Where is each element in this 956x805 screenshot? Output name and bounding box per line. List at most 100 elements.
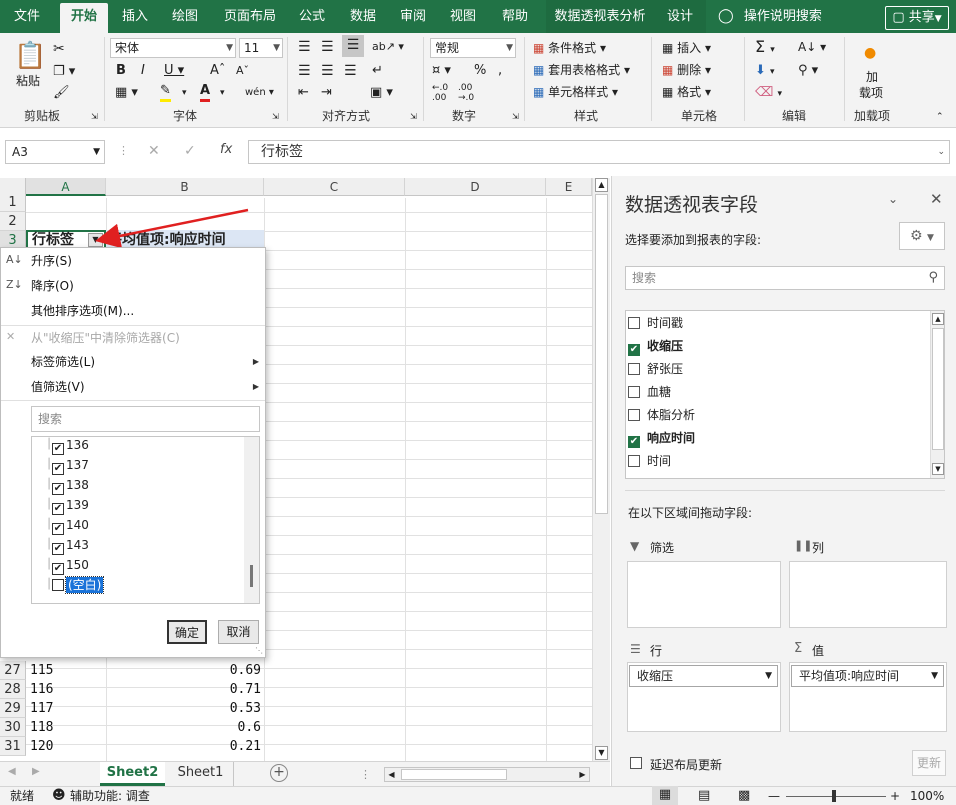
align-bottom-icon[interactable]: ☰ — [342, 35, 364, 57]
align-top-icon[interactable]: ☰ — [298, 37, 311, 57]
share-button[interactable]: ▢ 共享▼ — [885, 6, 949, 30]
fill-icon[interactable]: ⬇ ▾ — [755, 61, 775, 82]
pivot-field-item[interactable]: ✔ 响应时间 — [628, 427, 695, 449]
orientation-icon[interactable]: ab↗ ▾ — [372, 37, 404, 57]
sheet-nav-prev-icon[interactable]: ◀ — [8, 766, 16, 777]
sheet-nav-next-icon[interactable]: ▶ — [32, 766, 40, 777]
pivot-field-item[interactable]: 时间 — [628, 450, 671, 472]
filter-search-input[interactable]: 搜索 — [31, 406, 260, 432]
menu-label-filter[interactable]: 标签筛选(L) ▶ — [31, 352, 259, 372]
list-scrollbar[interactable] — [244, 437, 259, 603]
row-header[interactable]: 31 — [0, 737, 26, 756]
sheet-tab-sheet2[interactable]: Sheet2 — [100, 762, 165, 786]
menu-sort-ascending[interactable]: 升序(S) — [31, 251, 72, 271]
split-handle-icon[interactable]: ⋮ — [360, 768, 371, 781]
row-header[interactable]: 28 — [0, 680, 26, 699]
cell-styles-button[interactable]: ▦ 单元格样式 ▾ — [533, 82, 618, 102]
filter-items-list[interactable]: ✔ 136 │ ✔ 137 │ ✔ 138 │ ✔ 139 │ ✔ 140 │ ✔ 143 │ ✔ 150 │ (空白) │ — [31, 436, 260, 604]
addins-label-2[interactable]: 载项 — [859, 85, 883, 101]
copy-icon[interactable]: ❐ ▾ — [53, 62, 75, 82]
filter-item-checkbox[interactable] — [52, 579, 64, 591]
close-icon[interactable]: ✕ — [930, 190, 943, 208]
decrease-decimal-icon[interactable]: .00 →.0 — [458, 83, 474, 103]
decrease-indent-icon[interactable]: ⇤ — [298, 83, 309, 103]
scroll-thumb[interactable] — [932, 328, 944, 450]
align-middle-icon[interactable]: ☰ — [321, 37, 334, 57]
filter-item[interactable]: ✔ 136 │ — [46, 437, 89, 455]
addins-icon[interactable]: ● — [864, 43, 876, 63]
pivot-field-item[interactable]: ✔ 收缩压 — [628, 335, 683, 357]
filter-item[interactable]: ✔ 140 │ — [46, 515, 89, 535]
collapse-ribbon-icon[interactable]: ⌃ — [936, 107, 944, 127]
row-label-cell[interactable]: 115 — [30, 661, 53, 680]
filter-item-checkbox[interactable]: ✔ — [52, 563, 64, 575]
filter-item[interactable]: (空白) │ — [46, 575, 105, 595]
pivot-field-checkbox[interactable]: ✔ — [628, 344, 640, 356]
pivot-field-checkbox[interactable] — [628, 386, 640, 398]
ok-button[interactable]: 确定 — [167, 620, 207, 644]
align-right-icon[interactable]: ☰ — [344, 61, 357, 81]
scroll-down-icon[interactable]: ▼ — [932, 463, 944, 475]
horizontal-scrollbar[interactable]: ◀ ▶ — [384, 767, 590, 782]
row-label-cell[interactable]: 118 — [30, 718, 53, 737]
tab-data[interactable]: 数据 — [340, 0, 386, 33]
number-format-select[interactable]: 常规 ▼ — [430, 38, 516, 58]
menu-sort-descending[interactable]: 降序(O) — [31, 276, 74, 296]
pivot-field-checkbox[interactable] — [628, 409, 640, 421]
scroll-right-icon[interactable]: ▶ — [576, 768, 589, 781]
tab-view[interactable]: 视图 — [440, 0, 486, 33]
pivot-field-item[interactable]: 体脂分析 — [628, 404, 695, 426]
zoom-level[interactable]: 100% — [910, 787, 944, 805]
tab-review[interactable]: 审阅 — [390, 0, 436, 33]
font-size-select[interactable]: 11 ▼ — [239, 38, 283, 58]
page-layout-view-icon[interactable]: ▤ — [698, 787, 710, 805]
field-list-scrollbar[interactable]: ▲ ▼ — [930, 311, 944, 478]
value-cell[interactable]: 0.71 — [106, 680, 261, 699]
filter-item[interactable]: ✔ 139 │ — [46, 495, 89, 515]
tab-page-layout[interactable]: 页面布局 — [214, 0, 286, 33]
dialog-launcher-icon[interactable]: ⇲ — [91, 107, 98, 127]
filter-item[interactable]: ✔ 138 │ — [46, 475, 89, 495]
insert-cells-button[interactable]: ▦ 插入 ▾ — [662, 38, 711, 58]
tab-formulas[interactable]: 公式 — [290, 0, 334, 33]
conditional-format-button[interactable]: ▦ 条件格式 ▾ — [533, 38, 606, 58]
hscroll-thumb[interactable] — [401, 769, 507, 780]
filter-item-checkbox[interactable]: ✔ — [52, 443, 64, 455]
filters-area[interactable] — [627, 561, 781, 628]
tab-home[interactable]: 开始 — [60, 3, 108, 33]
add-sheet-icon[interactable]: + — [270, 764, 288, 782]
tab-file[interactable]: 文件 — [4, 0, 50, 33]
resize-grip-icon[interactable]: ⋱ — [255, 646, 263, 655]
tab-pivot-analyze[interactable]: 数据透视表分析 — [546, 0, 654, 33]
normal-view-icon[interactable]: ▦ — [652, 786, 678, 805]
find-icon[interactable]: ⚲ ▾ — [798, 61, 818, 81]
row-header[interactable]: 29 — [0, 699, 26, 718]
menu-more-sort[interactable]: 其他排序选项(M)... — [31, 301, 134, 321]
zoom-thumb[interactable] — [832, 790, 836, 802]
name-box[interactable]: A3 ▼ — [5, 140, 105, 164]
scroll-left-icon[interactable]: ◀ — [385, 768, 398, 781]
menu-value-filter[interactable]: 值筛选(V) ▶ — [31, 377, 259, 397]
decrease-font-icon[interactable]: Aˇ — [236, 61, 249, 81]
filter-item-checkbox[interactable]: ✔ — [52, 483, 64, 495]
chevron-down-icon[interactable]: ⌄ — [888, 192, 898, 206]
row-label-cell[interactable]: 116 — [30, 680, 53, 699]
font-name-select[interactable]: 宋体 ▼ — [110, 38, 236, 58]
pivot-field-checkbox[interactable] — [628, 317, 640, 329]
cancel-button[interactable]: 取消 — [218, 620, 259, 644]
pivot-field-item[interactable]: 血糖 — [628, 381, 671, 403]
sheet-tab-sheet1[interactable]: Sheet1 — [168, 762, 234, 786]
gear-icon[interactable]: ⚙ ▼ — [899, 222, 945, 250]
row-header[interactable]: 27 — [0, 661, 26, 680]
increase-decimal-icon[interactable]: ←.0.00 — [432, 83, 448, 103]
font-color-icon[interactable]: A — [200, 83, 211, 102]
columns-area[interactable] — [789, 561, 947, 628]
zoom-out-icon[interactable]: — — [768, 787, 780, 805]
paste-button[interactable]: 粘贴 — [16, 71, 40, 91]
row-field-chip[interactable]: 收缩压 ▼ — [629, 665, 778, 687]
formula-input[interactable]: 行标签 ⌄ — [248, 140, 950, 164]
row-label-cell[interactable]: 120 — [30, 737, 53, 756]
cut-icon[interactable]: ✂ — [53, 39, 65, 59]
value-cell[interactable]: 0.53 — [106, 699, 261, 718]
defer-update-checkbox[interactable] — [630, 756, 649, 770]
